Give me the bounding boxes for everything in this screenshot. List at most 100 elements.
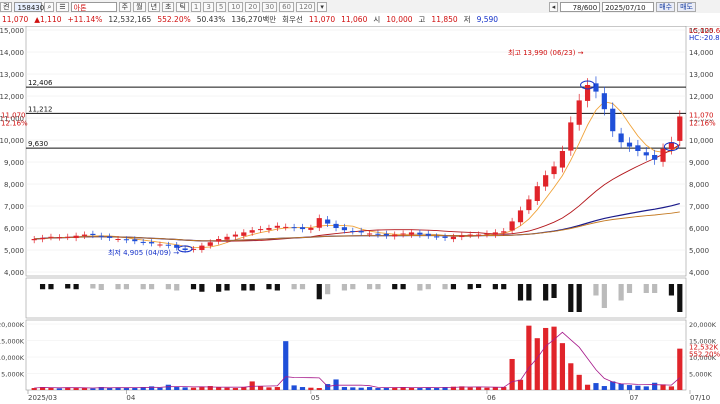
bar-count-field[interactable]: 78/600 — [560, 1, 601, 12]
volume-bar[interactable] — [593, 383, 599, 390]
candle[interactable] — [308, 224, 314, 234]
volume-bar[interactable] — [635, 385, 641, 390]
volume-bar[interactable] — [266, 387, 272, 390]
candle[interactable] — [358, 227, 364, 236]
candle[interactable] — [484, 230, 490, 238]
candle[interactable] — [257, 225, 264, 233]
volume-bar[interactable] — [257, 386, 264, 390]
candle[interactable] — [199, 242, 205, 253]
candle[interactable] — [568, 116, 574, 156]
volume-bar[interactable] — [174, 387, 180, 390]
candlesticks[interactable] — [31, 76, 683, 253]
volume-bar[interactable] — [358, 387, 364, 390]
period-year[interactable]: 년 — [147, 1, 161, 12]
candle[interactable] — [266, 224, 272, 234]
candle[interactable] — [107, 233, 113, 241]
volume-bar[interactable] — [165, 384, 171, 390]
volume-bar[interactable] — [366, 387, 373, 390]
volume-bar[interactable] — [232, 388, 239, 390]
volume-bar[interactable] — [31, 388, 37, 390]
candle[interactable] — [584, 78, 591, 108]
volume-bar[interactable] — [568, 363, 574, 390]
candle[interactable] — [291, 223, 297, 232]
candle[interactable] — [643, 147, 649, 161]
interval-60[interactable]: 60 — [279, 1, 295, 12]
volume-bar[interactable] — [677, 348, 683, 390]
period-tick[interactable]: 틱 — [176, 1, 189, 12]
candle[interactable] — [299, 223, 306, 233]
volume-bar[interactable] — [123, 388, 130, 390]
volume-bar[interactable] — [626, 385, 633, 390]
candle[interactable] — [73, 232, 79, 242]
candle[interactable] — [543, 170, 549, 191]
volume-bar[interactable] — [601, 386, 607, 390]
volume-bar[interactable] — [274, 387, 280, 390]
interval-1[interactable]: 1 — [190, 1, 202, 12]
candle[interactable] — [148, 239, 155, 247]
volume-bar[interactable] — [509, 358, 515, 390]
candle[interactable] — [316, 214, 322, 232]
candle[interactable] — [593, 76, 599, 99]
candle[interactable] — [652, 149, 658, 165]
volume-bar[interactable] — [216, 387, 222, 390]
volume-bar[interactable] — [618, 383, 624, 390]
sell-button[interactable]: 매도 — [677, 1, 696, 12]
volume-bar[interactable] — [249, 381, 255, 390]
market-selector[interactable]: 켠 — [0, 1, 13, 12]
candle[interactable] — [232, 231, 239, 240]
volume-bar[interactable] — [467, 387, 473, 390]
candle[interactable] — [408, 229, 415, 238]
candle[interactable] — [526, 195, 532, 214]
candle[interactable] — [333, 220, 339, 232]
candle[interactable] — [534, 181, 540, 205]
volume-bar[interactable] — [190, 387, 197, 390]
interval-5[interactable]: 5 — [215, 1, 227, 12]
interval-20[interactable]: 20 — [245, 1, 261, 12]
volume-bar[interactable] — [484, 387, 490, 390]
candle[interactable] — [677, 110, 683, 147]
prev-icon[interactable]: ◂ — [548, 1, 559, 12]
volume-bar[interactable] — [375, 388, 381, 390]
volume-panel[interactable] — [31, 325, 683, 390]
volume-bar[interactable] — [517, 379, 524, 390]
candle[interactable] — [417, 229, 423, 238]
volume-bar[interactable] — [668, 386, 675, 390]
volume-bar[interactable] — [157, 387, 163, 390]
interval-120[interactable]: 120 — [296, 1, 316, 12]
volume-bar[interactable] — [283, 341, 289, 390]
interval-dropdown-icon[interactable]: ▾ — [317, 1, 327, 12]
volume-bar[interactable] — [316, 388, 322, 390]
stock-code-input[interactable]: 158430 — [14, 1, 44, 12]
candle[interactable] — [559, 145, 566, 173]
candle[interactable] — [383, 230, 389, 239]
candle[interactable] — [56, 234, 62, 241]
volume-bar[interactable] — [73, 388, 79, 390]
interval-30[interactable]: 30 — [262, 1, 278, 12]
volume-bar[interactable] — [559, 343, 566, 390]
candle[interactable] — [459, 232, 465, 241]
volume-bar[interactable] — [584, 384, 591, 390]
candle[interactable] — [81, 231, 88, 240]
volume-bar[interactable] — [182, 387, 188, 390]
volume-bar[interactable] — [417, 388, 423, 390]
volume-bar[interactable] — [224, 387, 230, 390]
volume-bar[interactable] — [543, 327, 549, 390]
buy-button[interactable]: 매수 — [656, 1, 676, 12]
price-chart[interactable]: 12,406 11,212 9,630 최고 13,990 (06/23) → 최저 … — [0, 26, 720, 404]
date-field[interactable]: 2025/07/10 — [602, 1, 655, 12]
candle[interactable] — [576, 93, 582, 131]
candle[interactable] — [601, 86, 607, 116]
volume-bar[interactable] — [492, 387, 498, 390]
candle[interactable] — [492, 229, 498, 238]
interval-10[interactable]: 10 — [228, 1, 244, 12]
volume-bar[interactable] — [643, 386, 649, 390]
period-second[interactable]: 초 — [162, 1, 175, 12]
volume-bar[interactable] — [341, 387, 348, 390]
volume-bar[interactable] — [132, 387, 138, 390]
candle[interactable] — [39, 234, 46, 243]
candle[interactable] — [216, 235, 222, 245]
period-week[interactable]: 주 — [118, 1, 132, 12]
candle[interactable] — [551, 161, 557, 179]
candle[interactable] — [400, 230, 406, 238]
volume-bar[interactable] — [56, 388, 62, 390]
